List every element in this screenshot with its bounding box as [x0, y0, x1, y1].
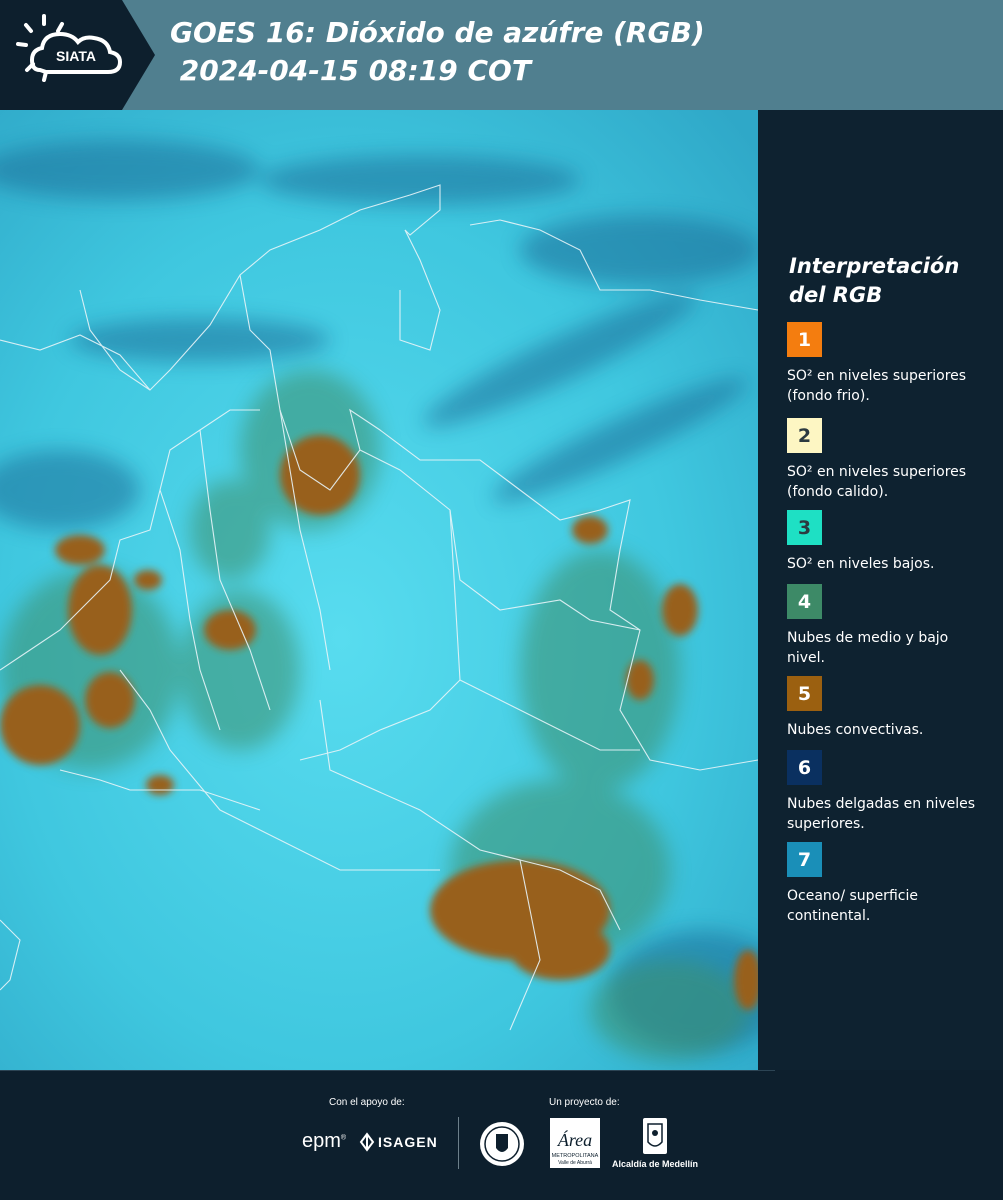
legend-panel: Interpretación del RGB 1 SO² en niveles …: [758, 110, 1003, 1070]
legend-item: 1 SO² en niveles superiores (fondo frio)…: [787, 322, 987, 406]
legend-swatch: 7: [787, 842, 822, 877]
legend-title: Interpretación del RGB: [789, 254, 960, 307]
legend-label: Nubes de medio y bajo nivel.: [787, 630, 949, 666]
siata-logo: SIATA: [0, 0, 155, 110]
svg-text:Área: Área: [557, 1129, 592, 1150]
legend-label: Nubes convectivas.: [787, 722, 924, 738]
legend-swatch: 4: [787, 584, 822, 619]
legend-label: SO² en niveles superiores (fondo frio).: [787, 368, 967, 404]
legend-item: 6 Nubes delgadas en niveles superiores.: [787, 750, 987, 834]
alcaldia-logo-text: Alcaldía de Medellín: [612, 1159, 699, 1169]
legend-item: 3 SO² en niveles bajos.: [787, 510, 987, 574]
medellin-seal-icon: [480, 1122, 524, 1166]
legend-label: Nubes delgadas en niveles superiores.: [787, 796, 976, 832]
legend-swatch: 5: [787, 676, 822, 711]
isagen-logo-text: ISAGEN: [378, 1134, 438, 1150]
isagen-logo-icon: [359, 1132, 375, 1152]
project-label: Un proyecto de:: [549, 1097, 620, 1108]
page-title: GOES 16: Dióxido de azúfre (RGB) 2024-04…: [170, 16, 705, 87]
legend-item: 4 Nubes de medio y bajo nivel.: [787, 584, 987, 668]
area-metropolitana-logo: Área METROPOLITANA Valle de Aburrá: [550, 1118, 600, 1168]
epm-logo-text: epm: [302, 1130, 341, 1152]
support-label: Con el apoyo de:: [329, 1097, 405, 1108]
satellite-image: [0, 110, 758, 1070]
logo-divider: [458, 1117, 459, 1169]
legend-swatch: 6: [787, 750, 822, 785]
header: SIATA GOES 16: Dióxido de azúfre (RGB) 2…: [0, 0, 1003, 110]
footer-divider-line: [0, 1070, 775, 1071]
legend-item: 5 Nubes convectivas.: [787, 676, 987, 740]
legend-swatch: 3: [787, 510, 822, 545]
legend-label: SO² en niveles superiores (fondo calido)…: [787, 464, 967, 500]
alcaldia-coat-of-arms-icon: [643, 1118, 667, 1154]
siata-logo-text: SIATA: [56, 48, 96, 64]
legend-label: Oceano/ superficie continental.: [787, 888, 918, 924]
legend-label: SO² en niveles bajos.: [787, 556, 935, 572]
legend-swatch: 1: [787, 322, 822, 357]
epm-logo: epm®: [302, 1130, 347, 1152]
footer: Con el apoyo de: Un proyecto de: epm® IS…: [0, 1070, 1003, 1200]
svg-text:METROPOLITANA: METROPOLITANA: [552, 1153, 599, 1159]
svg-text:Valle de Aburrá: Valle de Aburrá: [558, 1160, 592, 1166]
legend-item: 2 SO² en niveles superiores (fondo calid…: [787, 418, 987, 502]
legend-swatch: 2: [787, 418, 822, 453]
legend-item: 7 Oceano/ superficie continental.: [787, 842, 987, 926]
